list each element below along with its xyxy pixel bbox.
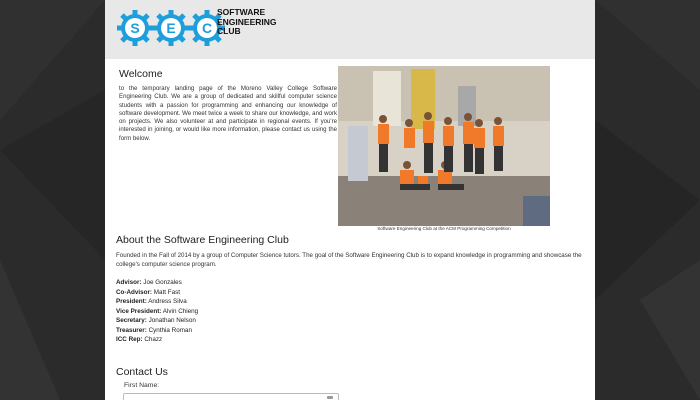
- contact-heading: Contact Us: [116, 366, 168, 378]
- officer-role: Treasurer:: [116, 326, 147, 334]
- logo-letter: S: [130, 20, 139, 36]
- page-container: S E C SOFTWARE ENGINEERING CLUB Welcome …: [105, 0, 595, 400]
- officer-role: Secretary:: [116, 317, 147, 324]
- officer-name: Joe Gonzales: [143, 279, 182, 286]
- logo-text: SOFTWARE ENGINEERING CLUB: [217, 7, 277, 37]
- logo-letter: E: [166, 20, 175, 36]
- first-name-input[interactable]: [123, 393, 339, 400]
- officer-role: Advisor:: [116, 279, 142, 286]
- officer-name: Cynthia Roman: [148, 326, 192, 334]
- officer-row: Treasurer: Cynthia Roman: [116, 326, 198, 336]
- logo-line: CLUB: [217, 26, 241, 36]
- officer-row: Vice President: Alvin Chieng: [116, 307, 198, 317]
- site-header: S E C SOFTWARE ENGINEERING CLUB: [105, 0, 595, 59]
- officer-row: Secretary: Jonathan Nelson: [116, 316, 198, 326]
- officer-row: ICC Rep: Chazz: [116, 335, 198, 345]
- welcome-paragraph: to the temporary landing page of the Mor…: [119, 85, 337, 142]
- club-photo: [338, 66, 550, 226]
- officer-name: Jonathan Nelson: [148, 317, 196, 324]
- officer-name: Matt Fast: [153, 288, 181, 296]
- officer-name: Chazz: [144, 336, 163, 343]
- about-paragraph: Founded in the Fall of 2014 by a group o…: [116, 252, 582, 268]
- about-heading: About the Software Engineering Club: [116, 234, 289, 246]
- autofill-icon[interactable]: [327, 396, 333, 399]
- logo-letter: C: [202, 20, 212, 36]
- first-name-label: First Name:: [124, 382, 160, 389]
- officer-list: Advisor: Joe Gonzales Co-Advisor: Matt F…: [116, 278, 198, 345]
- welcome-heading: Welcome: [119, 68, 163, 80]
- officer-row: Advisor: Joe Gonzales: [116, 278, 198, 288]
- photo-caption: Software Engineering Club at the ACM Pro…: [377, 226, 511, 231]
- officer-name: Andress Silva: [148, 298, 187, 305]
- officer-role: ICC Rep:: [116, 336, 143, 343]
- officer-role: Vice President:: [116, 307, 162, 315]
- officer-row: President: Andress Silva: [116, 297, 198, 307]
- officer-row: Co-Advisor: Matt Fast: [116, 288, 198, 298]
- officer-role: President:: [116, 298, 147, 305]
- officer-name: Alvin Chieng: [162, 307, 199, 315]
- officer-role: Co-Advisor:: [116, 288, 153, 296]
